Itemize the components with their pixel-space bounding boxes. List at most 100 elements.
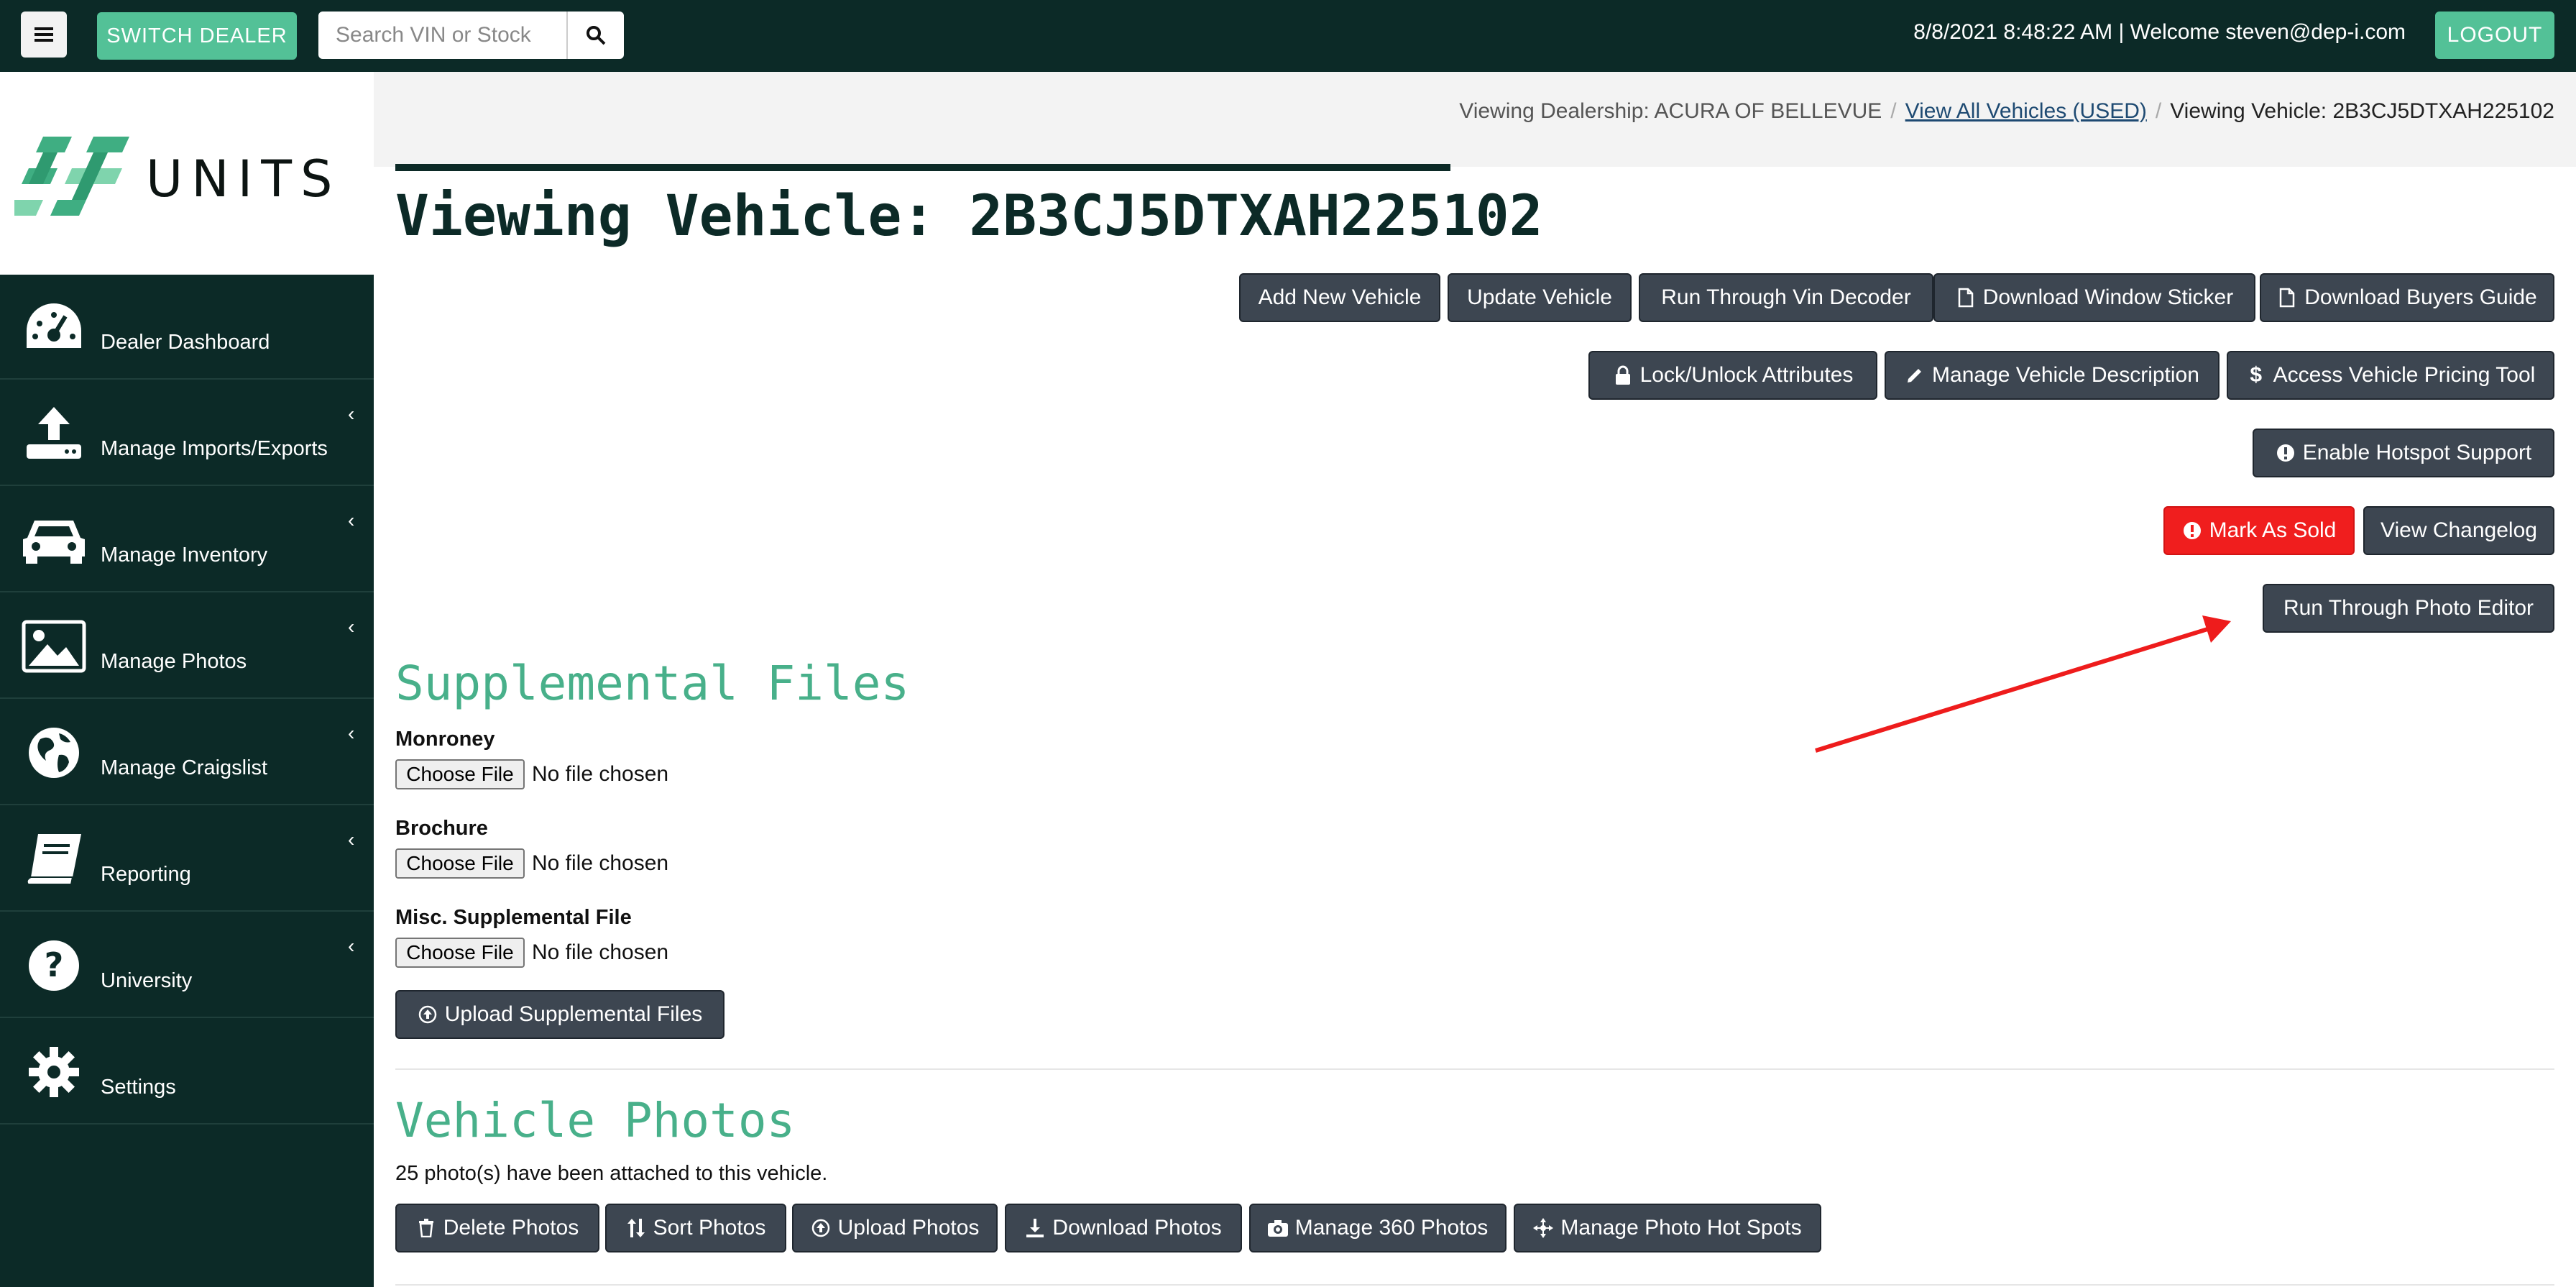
search-input[interactable]: Search VIN or Stock: [318, 12, 566, 59]
upload-supplemental-files-button[interactable]: Upload Supplemental Files: [395, 990, 724, 1039]
sidebar-item-label: Manage Imports/Exports: [101, 437, 328, 460]
misc-supplemental-file-input[interactable]: Choose File No file chosen: [395, 938, 668, 968]
sidebar-item-reporting[interactable]: Reporting ‹: [0, 807, 374, 912]
switch-dealer-button[interactable]: SWITCH DEALER: [97, 12, 297, 60]
sidebar: Dealer Dashboard Manage Imports/Exports …: [0, 275, 374, 1287]
file-pdf-icon: [1956, 288, 1976, 308]
hamburger-menu-button[interactable]: [21, 12, 67, 58]
image-icon: [20, 620, 88, 673]
brochure-file-input[interactable]: Choose File No file chosen: [395, 848, 668, 879]
sort-icon: [626, 1218, 646, 1238]
manage-photo-hot-spots-button[interactable]: Manage Photo Hot Spots: [1514, 1204, 1821, 1252]
file-pdf-icon: [2277, 288, 2297, 308]
choose-file-button[interactable]: Choose File: [395, 759, 525, 789]
sort-photos-button[interactable]: Sort Photos: [605, 1204, 786, 1252]
sidebar-item-manage-craigslist[interactable]: Manage Craigslist ‹: [0, 700, 374, 805]
welcome-text: 8/8/2021 8:48:22 AM | Welcome steven@dep…: [1913, 20, 2406, 44]
sidebar-item-label: Reporting: [101, 863, 191, 886]
breadcrumb-dealership: Viewing Dealership: ACURA OF BELLEVUE: [1459, 99, 1882, 123]
sidebar-item-manage-inventory[interactable]: Manage Inventory ‹: [0, 487, 374, 592]
upload-icon: [20, 407, 88, 460]
car-icon: [20, 513, 88, 567]
add-new-vehicle-button[interactable]: Add New Vehicle: [1239, 273, 1440, 322]
breadcrumb-view-all-vehicles-link[interactable]: View All Vehicles (USED): [1905, 99, 2147, 123]
breadcrumb-current: Viewing Vehicle: 2B3CJ5DTXAH225102: [2170, 99, 2554, 123]
sidebar-item-label: Dealer Dashboard: [101, 331, 270, 354]
access-vehicle-pricing-tool-button[interactable]: $ Access Vehicle Pricing Tool: [2227, 351, 2554, 400]
no-file-chosen-text: No file chosen: [532, 762, 669, 786]
page-title: Viewing Vehicle: 2B3CJ5DTXAH225102: [395, 184, 1543, 249]
red-arrow-annotation: [1815, 615, 2231, 753]
delete-photos-button[interactable]: Delete Photos: [395, 1204, 599, 1252]
view-changelog-button[interactable]: View Changelog: [2363, 506, 2554, 555]
download-window-sticker-button[interactable]: Download Window Sticker: [1933, 273, 2255, 322]
pencil-icon: [1905, 365, 1925, 385]
download-icon: [1025, 1218, 1045, 1238]
sidebar-item-label: Manage Craigslist: [101, 756, 268, 779]
sidebar-item-label: Manage Inventory: [101, 544, 268, 567]
update-vehicle-button[interactable]: Update Vehicle: [1448, 273, 1632, 322]
logo-text: UNITS: [146, 150, 341, 209]
choose-file-button[interactable]: Choose File: [395, 938, 525, 968]
sidebar-item-manage-photos[interactable]: Manage Photos ‹: [0, 594, 374, 699]
upload-photos-button[interactable]: Upload Photos: [792, 1204, 998, 1252]
chevron-left-icon: ‹: [348, 509, 355, 531]
run-vin-decoder-button[interactable]: Run Through Vin Decoder: [1639, 273, 1933, 322]
hamburger-icon: [34, 27, 53, 42]
lock-icon: [1613, 365, 1633, 385]
sidebar-item-label: Manage Photos: [101, 650, 247, 673]
chevron-left-icon: ‹: [348, 403, 355, 425]
sidebar-item-dealer-dashboard[interactable]: Dealer Dashboard: [0, 275, 374, 380]
camera-icon: [1267, 1218, 1288, 1238]
chevron-left-icon: ‹: [348, 722, 355, 744]
photo-count-text: 25 photo(s) have been attached to this v…: [395, 1162, 828, 1185]
search-icon: [586, 26, 606, 45]
search-button[interactable]: [566, 12, 624, 59]
misc-supplemental-file-label: Misc. Supplemental File: [395, 906, 632, 929]
no-file-chosen-text: No file chosen: [532, 940, 669, 964]
trash-icon: [416, 1218, 436, 1238]
question-circle-icon: ?: [20, 939, 88, 992]
manage-vehicle-description-button[interactable]: Manage Vehicle Description: [1885, 351, 2220, 400]
section-divider: [395, 1068, 2554, 1070]
top-bar: SWITCH DEALER Search VIN or Stock 8/8/20…: [0, 0, 2576, 72]
download-buyers-guide-button[interactable]: Download Buyers Guide: [2260, 273, 2554, 322]
brochure-label: Brochure: [395, 817, 488, 840]
svg-text:?: ?: [45, 945, 64, 984]
globe-icon: [20, 726, 88, 779]
exclamation-circle-icon: [2276, 443, 2296, 463]
lock-unlock-attributes-button[interactable]: Lock/Unlock Attributes: [1588, 351, 1877, 400]
chevron-left-icon: ‹: [348, 828, 355, 851]
download-photos-button[interactable]: Download Photos: [1005, 1204, 1242, 1252]
sidebar-item-label: University: [101, 969, 193, 992]
enable-hotspot-support-button[interactable]: Enable Hotspot Support: [2253, 429, 2554, 477]
sidebar-item-manage-imports-exports[interactable]: Manage Imports/Exports ‹: [0, 381, 374, 486]
chevron-left-icon: ‹: [348, 615, 355, 638]
upload-circle-icon: [418, 1004, 438, 1025]
monroney-label: Monroney: [395, 728, 495, 751]
gear-icon: [20, 1045, 88, 1099]
no-file-chosen-text: No file chosen: [532, 851, 669, 875]
choose-file-button[interactable]: Choose File: [395, 848, 525, 879]
dollar-icon: $: [2250, 363, 2263, 387]
chevron-left-icon: ‹: [348, 935, 355, 957]
logo-area: UNITS: [0, 72, 374, 275]
sidebar-item-settings[interactable]: Settings: [0, 1020, 374, 1125]
book-icon: [20, 833, 88, 886]
units-logo-icon: [14, 137, 129, 216]
manage-360-photos-button[interactable]: Manage 360 Photos: [1249, 1204, 1506, 1252]
monroney-file-input[interactable]: Choose File No file chosen: [395, 759, 668, 789]
breadcrumb: Viewing Dealership: ACURA OF BELLEVUE / Vi…: [374, 72, 2576, 167]
logout-button[interactable]: LOGOUT: [2435, 12, 2554, 59]
upload-circle-icon: [811, 1218, 831, 1238]
mark-as-sold-button[interactable]: Mark As Sold: [2163, 506, 2355, 555]
vehicle-photos-heading: Vehicle Photos: [395, 1093, 796, 1148]
title-divider: [395, 164, 1450, 171]
supplemental-files-heading: Supplemental Files: [395, 656, 910, 711]
sidebar-item-label: Settings: [101, 1076, 176, 1099]
sidebar-item-university[interactable]: ? University ‹: [0, 913, 374, 1018]
dashboard-gauge-icon: [20, 301, 88, 354]
exclamation-circle-icon: [2182, 521, 2202, 541]
run-through-photo-editor-button[interactable]: Run Through Photo Editor: [2263, 584, 2554, 633]
section-divider: [395, 1284, 2554, 1286]
